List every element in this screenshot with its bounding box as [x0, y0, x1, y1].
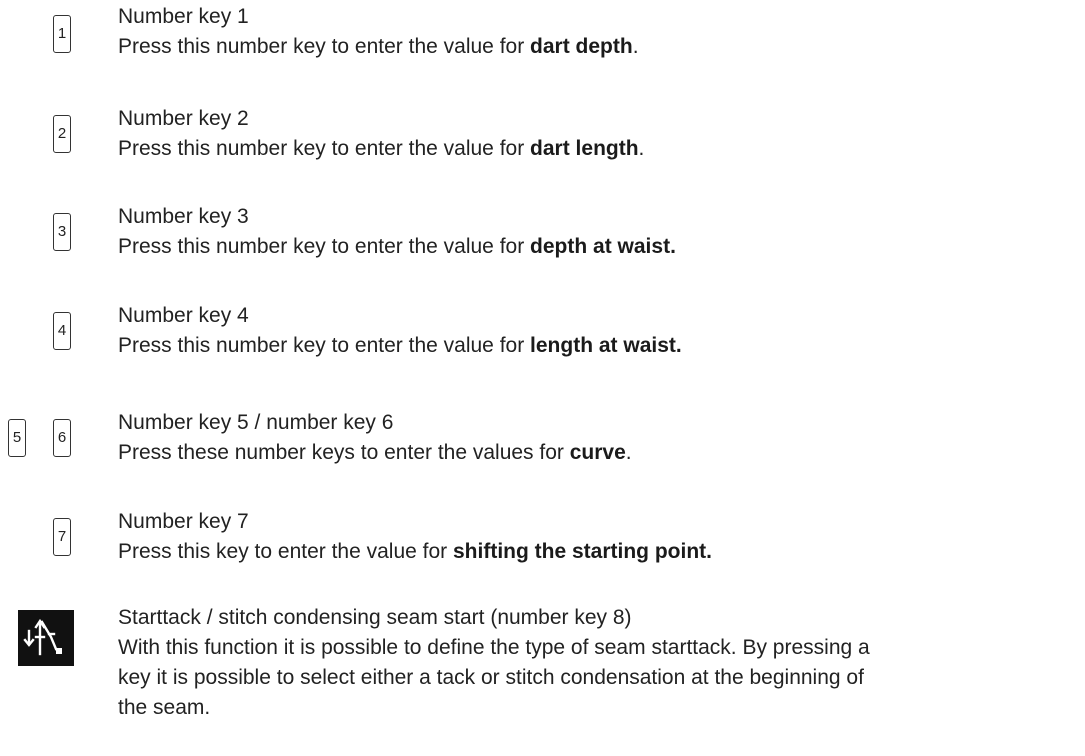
entry-description: Press this number key to enter the value… — [118, 334, 682, 357]
entry-description: Press this number key to enter the value… — [118, 35, 639, 58]
entry-title: Number key 3 — [118, 205, 249, 228]
entry-title: Number key 4 — [118, 304, 249, 327]
entry-description-line-1: With this function it is possible to def… — [118, 636, 870, 659]
entry-description: Press this number key to enter the value… — [118, 137, 645, 160]
number-key-2-icon: 2 — [53, 115, 71, 153]
entry-title: Number key 2 — [118, 107, 249, 130]
entry-description: Press this number key to enter the value… — [118, 235, 676, 258]
entry-description: Press this key to enter the value for sh… — [118, 540, 712, 563]
number-key-3-icon: 3 — [53, 213, 71, 251]
entry-title: Starttack / stitch condensing seam start… — [118, 606, 632, 629]
entry-description: Press these number keys to enter the val… — [118, 441, 632, 464]
number-key-1-icon: 1 — [53, 15, 71, 53]
entry-title: Number key 1 — [118, 5, 249, 28]
entry-title: Number key 7 — [118, 510, 249, 533]
number-key-5-icon: 5 — [8, 419, 26, 457]
number-key-7-icon: 7 — [53, 518, 71, 556]
number-key-6-icon: 6 — [53, 419, 71, 457]
entry-description-line-3: the seam. — [118, 696, 211, 719]
entry-title: Number key 5 / number key 6 — [118, 411, 394, 434]
entry-description-line-2: key it is possible to select either a ta… — [118, 666, 864, 689]
starttack-symbol-icon — [18, 610, 74, 666]
starttack-glyph-icon — [23, 618, 62, 656]
number-key-4-icon: 4 — [53, 312, 71, 350]
